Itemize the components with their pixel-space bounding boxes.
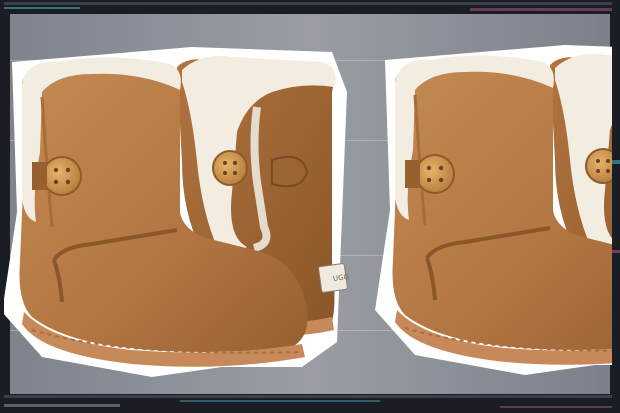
photo-collage: UGG (0, 0, 620, 413)
left-frame-edge (0, 0, 4, 413)
right-frame-edge (612, 0, 620, 413)
boot-pair-left (2, 47, 348, 377)
boot-pair-right (375, 45, 620, 375)
collage-canvas: UGG (0, 0, 620, 413)
